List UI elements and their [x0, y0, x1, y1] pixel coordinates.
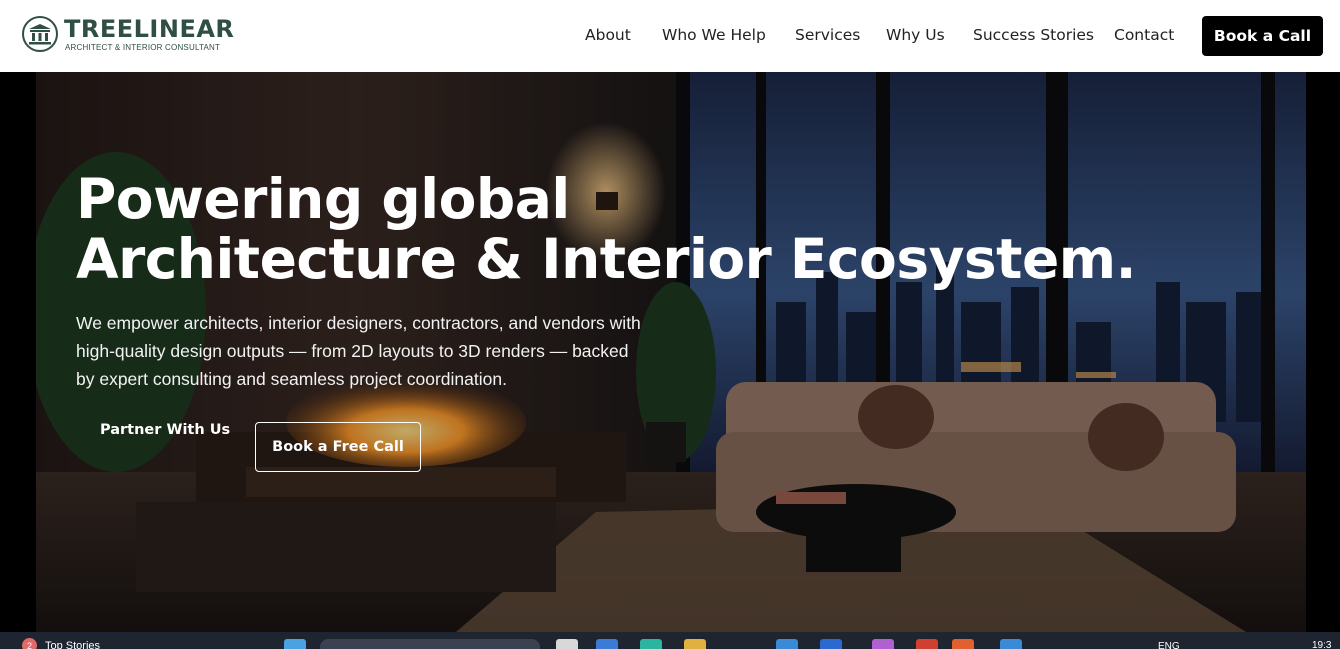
nav-item-who-we-help[interactable]: Who We Help [662, 26, 766, 44]
nav-item-contact[interactable]: Contact [1114, 26, 1174, 44]
file-explorer-icon[interactable] [684, 639, 706, 649]
app-icon-5[interactable] [1000, 639, 1022, 649]
hero-cta-group: Partner With Us Book a Free Call [76, 422, 421, 472]
store-icon[interactable] [776, 639, 798, 649]
clock[interactable]: 19:3 [1312, 640, 1331, 649]
book-a-call-button[interactable]: Book a Call [1202, 16, 1323, 56]
hero-headline-line-2: Architecture & Interior Ecosystem. [76, 227, 1136, 291]
hero-subtext: We empower architects, interior designer… [76, 313, 641, 389]
app-icon-3[interactable] [872, 639, 894, 649]
partner-with-us-button[interactable]: Partner With Us [100, 422, 230, 438]
news-badge: 2 [22, 638, 37, 649]
taskbar-search-box[interactable] [320, 639, 540, 649]
edge-browser-icon[interactable] [596, 639, 618, 649]
brand-logo[interactable]: TREELINEAR ARCHITECT & INTERIOR CONSULTA… [22, 16, 234, 52]
book-free-call-button[interactable]: Book a Free Call [255, 422, 421, 472]
app-icon-2[interactable] [820, 639, 842, 649]
site-header: TREELINEAR ARCHITECT & INTERIOR CONSULTA… [0, 0, 1340, 72]
pillar-building-icon [22, 16, 58, 52]
language-indicator[interactable]: ENG [1158, 641, 1180, 649]
chrome-browser-icon[interactable] [952, 639, 974, 649]
start-menu-icon[interactable] [284, 639, 306, 649]
brand-name: TREELINEAR [64, 14, 235, 43]
app-icon-4[interactable] [916, 639, 938, 649]
os-taskbar: 2 Top Stories ENG 19:3 [0, 632, 1340, 649]
nav-item-success-stories[interactable]: Success Stories [973, 26, 1094, 44]
hero-headline-line-1: Powering global [76, 167, 570, 231]
news-label: Top Stories [45, 639, 101, 649]
task-view-icon[interactable] [556, 639, 578, 649]
hero-headline: Powering global Architecture & Interior … [76, 169, 1136, 289]
nav-item-about[interactable]: About [585, 26, 631, 44]
app-icon[interactable] [640, 639, 662, 649]
nav-item-why-us[interactable]: Why Us [886, 26, 945, 44]
brand-tagline: ARCHITECT & INTERIOR CONSULTANT [65, 42, 221, 52]
news-widget[interactable]: 2 Top Stories [22, 638, 100, 649]
hero-section: Powering global Architecture & Interior … [0, 72, 1340, 632]
hero-copy: Powering global Architecture & Interior … [76, 169, 1136, 393]
nav-item-services[interactable]: Services [795, 26, 860, 44]
